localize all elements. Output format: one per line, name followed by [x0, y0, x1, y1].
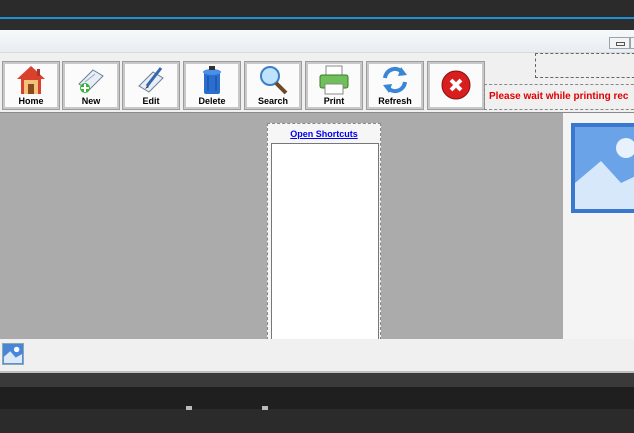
taskbar-lower: [0, 409, 634, 433]
window-titlebar: [0, 30, 634, 53]
taskbar-mark: [262, 406, 268, 410]
print-label: Print: [323, 96, 345, 106]
open-shortcuts-link[interactable]: Open Shortcuts: [268, 129, 380, 139]
header-placeholder-box: [535, 53, 634, 78]
taskbar: [0, 387, 634, 409]
right-image-panel: [563, 112, 634, 340]
image-placeholder-icon: [571, 123, 634, 213]
new-button[interactable]: New: [62, 61, 120, 110]
new-label: New: [81, 96, 101, 106]
home-label: Home: [18, 96, 44, 106]
shortcuts-list[interactable]: [271, 143, 379, 341]
print-button[interactable]: Print: [305, 61, 363, 110]
magnifier-icon: [260, 66, 288, 95]
search-button[interactable]: Search: [244, 61, 302, 110]
top-gap: [0, 19, 634, 30]
search-label: Search: [257, 96, 289, 106]
house-icon: [17, 66, 45, 94]
close-button[interactable]: [427, 61, 485, 110]
content-area: Open Shortcuts: [0, 112, 563, 341]
edit-pencil-icon: [138, 67, 164, 93]
delete-label: Delete: [198, 96, 226, 106]
shortcuts-panel: Open Shortcuts: [267, 123, 381, 341]
refresh-arrows-icon: [383, 66, 407, 94]
refresh-label: Refresh: [378, 96, 412, 106]
delete-button[interactable]: Delete: [183, 61, 241, 110]
maximize-button[interactable]: [630, 37, 634, 49]
main-toolbar: Home New Edit Delete Search Print Refres…: [0, 60, 490, 110]
taskbar-mark: [186, 406, 192, 410]
trash-bin-icon: [203, 66, 221, 94]
top-dark-bar: [0, 0, 634, 18]
edit-button[interactable]: Edit: [122, 61, 180, 110]
bottom-bar: [0, 339, 634, 371]
edit-label: Edit: [142, 96, 160, 106]
refresh-button[interactable]: Refresh: [366, 61, 424, 110]
lower-band: [0, 373, 634, 387]
close-red-icon: [441, 70, 471, 100]
status-message: Please wait while printing rec: [484, 84, 634, 110]
picture-icon[interactable]: [2, 343, 24, 365]
minimize-button[interactable]: [609, 37, 630, 49]
home-button[interactable]: Home: [2, 61, 60, 110]
app-window: Home New Edit Delete Search Print Refres…: [0, 30, 634, 378]
printer-icon: [319, 65, 349, 95]
new-document-icon: [78, 69, 104, 93]
